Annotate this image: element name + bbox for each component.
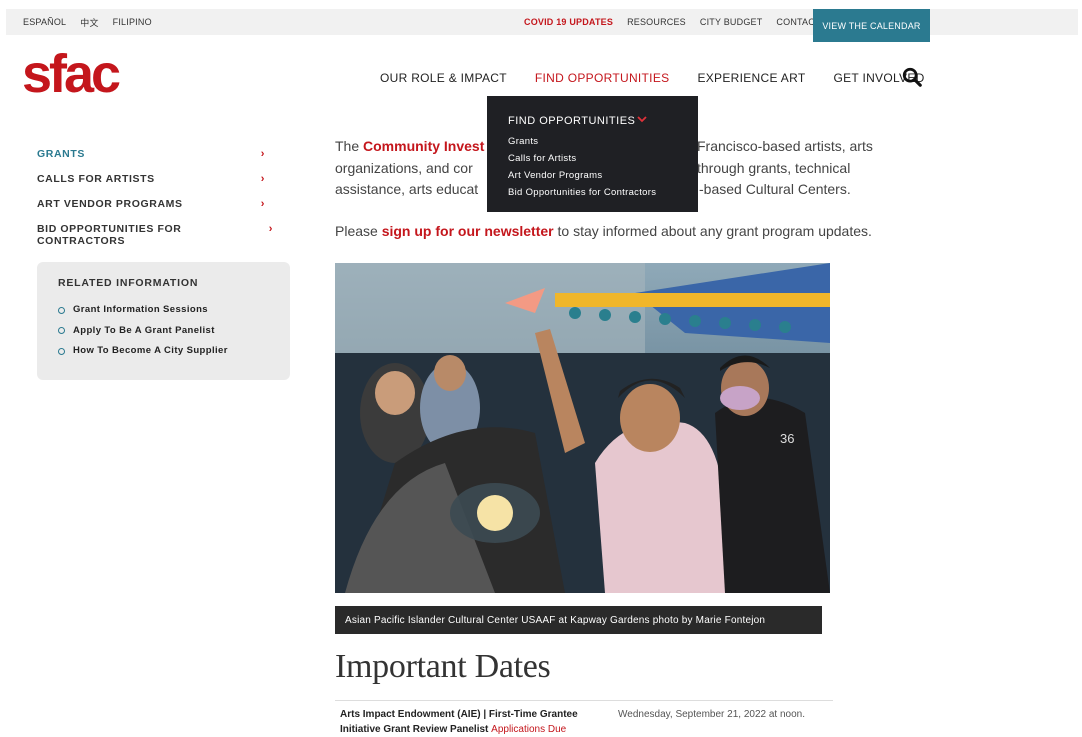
divider: [335, 700, 833, 701]
intro-text: The: [335, 138, 364, 154]
intro-text: through grants, technical: [697, 159, 851, 176]
sidebar-nav: GRANTS › CALLS FOR ARTISTS › ART VENDOR …: [37, 148, 272, 248]
intro-text: -based Cultural Centers.: [699, 181, 851, 197]
community-investments-link[interactable]: Community Invest: [363, 138, 484, 154]
search-icon[interactable]: [901, 66, 923, 88]
nav-our-role[interactable]: OUR ROLE & IMPACT: [380, 68, 507, 88]
city-budget-link[interactable]: CITY BUDGET: [700, 17, 763, 27]
related-link-sessions[interactable]: Grant Information Sessions: [58, 300, 228, 321]
dropdown-item-vendor[interactable]: Art Vendor Programs: [508, 167, 656, 184]
newsletter-signup-link[interactable]: sign up for our newsletter: [382, 223, 554, 239]
lang-espanol[interactable]: ESPAÑOL: [23, 17, 66, 27]
nav-experience-art[interactable]: EXPERIENCE ART: [697, 68, 805, 88]
jacket-print: 36: [780, 431, 794, 446]
sidebar-item-calls[interactable]: CALLS FOR ARTISTS ›: [37, 173, 269, 198]
lang-chinese[interactable]: 中文: [80, 16, 98, 29]
chevron-right-icon: ›: [260, 148, 265, 160]
view-calendar-button[interactable]: VIEW THE CALENDAR: [813, 9, 930, 42]
dropdown-title[interactable]: FIND OPPORTUNITIES: [508, 115, 635, 127]
hero-photo-illustration: 36: [335, 263, 830, 593]
sidebar-item-label: CALLS FOR ARTISTS: [37, 173, 155, 185]
hero-photo: 36: [335, 263, 830, 593]
chevron-right-icon: ›: [268, 223, 273, 235]
dropdown-item-bids[interactable]: Bid Opportunities for Contractors: [508, 184, 656, 201]
newsletter-paragraph: Please sign up for our newsletter to sta…: [335, 221, 935, 241]
related-link-label: Grant Information Sessions: [73, 304, 208, 315]
find-opportunities-dropdown: FIND OPPORTUNITIES Grants Calls for Arti…: [487, 96, 698, 212]
related-title: RELATED INFORMATION: [58, 277, 199, 289]
utility-bar: ESPAÑOL 中文 FILIPINO COVID 19 UPDATES RES…: [6, 9, 1078, 42]
intro-text: organizations, and cor: [335, 159, 473, 176]
dropdown-item-grants[interactable]: Grants: [508, 133, 656, 150]
language-links: ESPAÑOL 中文 FILIPINO: [23, 9, 152, 35]
related-information-box: RELATED INFORMATION Grant Information Se…: [37, 262, 290, 380]
resources-link[interactable]: RESOURCES: [627, 17, 686, 27]
related-link-label: Apply To Be A Grant Panelist: [73, 324, 215, 336]
sidebar-item-grants[interactable]: GRANTS ›: [37, 148, 269, 173]
chevron-right-icon: ›: [260, 198, 265, 210]
utility-links: COVID 19 UPDATES RESOURCES CITY BUDGET C…: [524, 9, 821, 35]
bullet-icon: [58, 327, 65, 335]
applications-due-link[interactable]: Applications Due: [491, 724, 566, 735]
bullet-icon: [58, 347, 65, 355]
bullet-icon: [58, 306, 65, 314]
newsletter-text: Please: [335, 223, 382, 239]
date-event: Arts Impact Endowment (AIE) | First-Time…: [340, 707, 608, 737]
lang-filipino[interactable]: FILIPINO: [113, 17, 152, 27]
sidebar-item-bids[interactable]: BID OPPORTUNITIES FOR CONTRACTORS ›: [37, 223, 272, 248]
chevron-right-icon: ›: [260, 173, 265, 185]
dropdown-item-calls[interactable]: Calls for Artists: [508, 150, 656, 167]
photo-caption: Asian Pacific Islander Cultural Center U…: [335, 606, 822, 634]
sidebar-item-label: GRANTS: [37, 148, 85, 160]
intro-text: Francisco-based artists, arts: [697, 138, 873, 154]
sidebar-item-vendor[interactable]: ART VENDOR PROGRAMS ›: [37, 198, 269, 223]
sfac-logo[interactable]: sfac: [22, 44, 121, 104]
related-link-label: How To Become A City Supplier: [73, 345, 228, 356]
nav-find-opportunities[interactable]: FIND OPPORTUNITIES: [535, 68, 670, 88]
date-when: Wednesday, September 21, 2022 at noon.: [618, 709, 805, 720]
chevron-down-icon: [637, 116, 647, 123]
related-link-panelist[interactable]: Apply To Be A Grant Panelist: [58, 321, 228, 342]
sidebar-item-label: ART VENDOR PROGRAMS: [37, 198, 183, 210]
important-dates-title: Important Dates: [335, 648, 551, 685]
sidebar-item-label: BID OPPORTUNITIES FOR CONTRACTORS: [37, 223, 182, 247]
covid-updates-link[interactable]: COVID 19 UPDATES: [524, 17, 613, 27]
intro-text: assistance, arts educat: [335, 181, 479, 197]
newsletter-text: to stay informed about any grant program…: [553, 223, 872, 239]
related-link-supplier[interactable]: How To Become A City Supplier: [58, 341, 228, 362]
main-nav: OUR ROLE & IMPACT FIND OPPORTUNITIES EXP…: [380, 68, 925, 88]
